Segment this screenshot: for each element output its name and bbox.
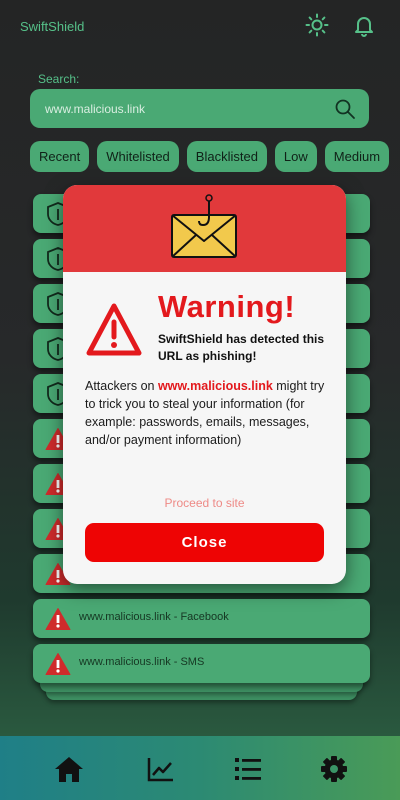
top-bar: SwiftShield xyxy=(0,0,400,56)
filter-medium[interactable]: Medium xyxy=(324,141,390,172)
phishing-url: www.malicious.link xyxy=(157,379,273,393)
app-title: SwiftShield xyxy=(20,19,85,34)
filter-chips: Recent Whitelisted Blacklisted Low Mediu… xyxy=(30,141,390,172)
list-item-label: www.malicious.link - SMS xyxy=(79,656,205,668)
close-button[interactable]: Close xyxy=(85,523,324,562)
filter-low[interactable]: Low xyxy=(274,141,317,172)
warning-body: Attackers on www.malicious.link might tr… xyxy=(85,377,335,449)
proceed-to-site-link[interactable]: Proceed to site xyxy=(63,496,346,510)
search-input[interactable] xyxy=(45,89,325,128)
phishing-envelope-icon xyxy=(171,194,237,258)
gear-icon[interactable] xyxy=(319,755,349,783)
filter-recent[interactable]: Recent xyxy=(30,141,90,172)
warning-icon xyxy=(45,608,71,630)
sun-icon[interactable] xyxy=(305,13,329,37)
warning-subtitle: SwiftShield has detected this URL as phi… xyxy=(158,332,325,363)
list-item[interactable]: www.malicious.link - Facebook xyxy=(33,599,370,638)
search-icon[interactable] xyxy=(333,97,357,121)
warning-icon xyxy=(45,653,71,675)
list-item-label: www.malicious.link - Facebook xyxy=(79,611,229,623)
search-bar xyxy=(30,89,369,128)
dialog-header xyxy=(63,185,346,272)
list-item[interactable]: www.malicious.link - SMS xyxy=(33,644,370,683)
warning-title: Warning! xyxy=(158,289,296,324)
search-label: Search: xyxy=(38,72,80,86)
filter-blacklisted[interactable]: Blacklisted xyxy=(186,141,267,172)
phishing-warning-dialog: Warning! SwiftShield has detected this U… xyxy=(63,185,346,584)
warning-triangle-icon xyxy=(86,303,142,356)
home-icon[interactable] xyxy=(54,755,84,783)
chart-icon[interactable] xyxy=(146,755,176,783)
body-prefix: Attackers on xyxy=(85,379,158,393)
bell-icon[interactable] xyxy=(352,13,376,37)
filter-whitelisted[interactable]: Whitelisted xyxy=(97,141,179,172)
list-icon[interactable] xyxy=(233,755,263,783)
bottom-nav xyxy=(0,736,400,800)
